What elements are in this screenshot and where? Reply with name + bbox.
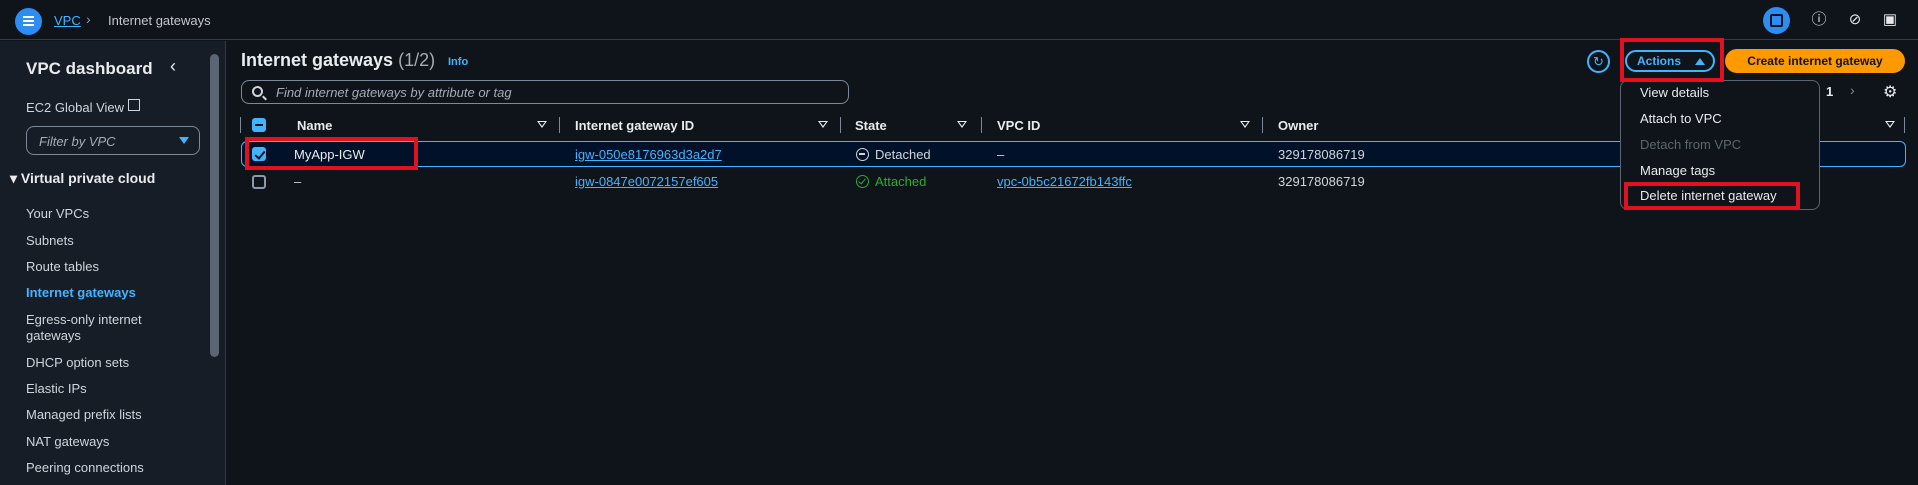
top-navigation-bar: VPC › Internet gateways ⓘ ⊘ ▣ bbox=[0, 0, 1918, 40]
cell-state: Attached bbox=[875, 174, 927, 189]
cell-igw-id-link[interactable]: igw-0847e0072157ef605 bbox=[575, 174, 718, 189]
sidebar-item-managed-prefix-lists[interactable]: Managed prefix lists bbox=[26, 407, 142, 422]
sidebar-item-elastic-ips[interactable]: Elastic IPs bbox=[26, 381, 87, 396]
filter-by-vpc-select[interactable]: Filter by VPC bbox=[26, 126, 200, 155]
cell-owner: 329178086719 bbox=[1278, 147, 1365, 162]
sort-icon[interactable] bbox=[957, 121, 967, 128]
sort-icon[interactable] bbox=[537, 121, 547, 128]
search-icon bbox=[252, 86, 263, 97]
menu-item-view-details[interactable]: View details bbox=[1640, 85, 1709, 100]
breadcrumb-current: Internet gateways bbox=[108, 13, 211, 28]
create-internet-gateway-button[interactable]: Create internet gateway bbox=[1725, 49, 1905, 73]
sidebar-item-your-vpcs[interactable]: Your VPCs bbox=[26, 206, 89, 221]
sidebar-item-egress-only-line2[interactable]: gateways bbox=[26, 328, 81, 343]
info-link[interactable]: Info bbox=[448, 56, 468, 68]
column-header-state[interactable]: State bbox=[855, 118, 887, 133]
chevron-right-icon[interactable]: › bbox=[1850, 82, 1855, 98]
breadcrumb-vpc-link[interactable]: VPC bbox=[54, 13, 81, 28]
page-title-text: Internet gateways bbox=[241, 50, 394, 70]
sort-icon[interactable] bbox=[818, 121, 828, 128]
page-number[interactable]: 1 bbox=[1826, 84, 1833, 99]
gear-icon[interactable]: ⚙ bbox=[1883, 82, 1897, 102]
sidebar-ec2-global-view[interactable]: EC2 Global View bbox=[26, 100, 124, 115]
column-divider[interactable] bbox=[981, 117, 982, 133]
column-divider[interactable] bbox=[1904, 117, 1905, 133]
highlight-box bbox=[1624, 182, 1800, 210]
sidebar-item-egress-only[interactable]: Egress-only internet bbox=[26, 312, 142, 327]
column-divider[interactable] bbox=[840, 117, 841, 133]
column-divider[interactable] bbox=[559, 117, 560, 133]
cell-vpc-id-link[interactable]: vpc-0b5c21672fb143ffc bbox=[997, 174, 1132, 189]
search-input[interactable]: Find internet gateways by attribute or t… bbox=[241, 80, 849, 104]
split-panel-icon[interactable] bbox=[1763, 7, 1790, 34]
sidebar-item-internet-gateways[interactable]: Internet gateways bbox=[26, 285, 136, 300]
sidebar-scrollbar-thumb[interactable] bbox=[210, 54, 219, 357]
menu-item-manage-tags[interactable]: Manage tags bbox=[1640, 163, 1715, 178]
cell-igw-id-link[interactable]: igw-050e8176963d3a2d7 bbox=[575, 147, 722, 162]
info-icon[interactable]: ⓘ bbox=[1809, 10, 1829, 30]
row-checkbox[interactable] bbox=[252, 175, 266, 189]
sidebar-item-subnets[interactable]: Subnets bbox=[26, 233, 74, 248]
sidebar-item-route-tables[interactable]: Route tables bbox=[26, 259, 99, 274]
select-all-checkbox[interactable] bbox=[252, 118, 266, 132]
sort-icon[interactable] bbox=[1240, 121, 1250, 128]
highlight-box bbox=[245, 137, 418, 170]
chevron-left-icon[interactable]: ‹ bbox=[170, 56, 176, 77]
attached-status-icon bbox=[856, 175, 869, 188]
sidebar-item-dhcp-option-sets[interactable]: DHCP option sets bbox=[26, 355, 129, 370]
caret-down-icon bbox=[179, 137, 189, 144]
cell-state: Detached bbox=[875, 147, 931, 162]
page-title: Internet gateways (1/2) bbox=[241, 50, 435, 71]
sidebar-section-label: Virtual private cloud bbox=[20, 170, 156, 186]
notifications-icon[interactable]: ⊘ bbox=[1845, 10, 1865, 30]
column-divider[interactable] bbox=[1262, 117, 1263, 133]
sidebar: VPC dashboard ‹ EC2 Global View Filter b… bbox=[0, 41, 226, 485]
sidebar-item-peering-connections[interactable]: Peering connections bbox=[26, 460, 144, 475]
cell-vpc-id: – bbox=[997, 147, 1005, 162]
column-header-name[interactable]: Name bbox=[297, 118, 332, 133]
cell-owner: 329178086719 bbox=[1278, 174, 1365, 189]
column-header-owner[interactable]: Owner bbox=[1278, 118, 1318, 133]
refresh-icon[interactable]: ↻ bbox=[1587, 50, 1610, 73]
column-header-igw-id[interactable]: Internet gateway ID bbox=[575, 118, 694, 133]
feedback-icon[interactable]: ▣ bbox=[1880, 10, 1900, 30]
column-header-vpc-id[interactable]: VPC ID bbox=[997, 118, 1040, 133]
filter-placeholder: Filter by VPC bbox=[39, 134, 116, 149]
chevron-right-icon: › bbox=[86, 11, 91, 27]
menu-item-detach-from-vpc: Detach from VPC bbox=[1640, 137, 1742, 152]
external-link-icon bbox=[128, 99, 140, 111]
sort-icon[interactable] bbox=[1885, 121, 1895, 128]
cell-name: – bbox=[294, 174, 302, 189]
search-placeholder: Find internet gateways by attribute or t… bbox=[276, 85, 512, 100]
sidebar-section-vpc[interactable]: ▾ Virtual private cloud bbox=[10, 170, 155, 187]
selection-count: (1/2) bbox=[398, 50, 436, 70]
sidebar-title[interactable]: VPC dashboard bbox=[26, 59, 153, 79]
menu-icon[interactable] bbox=[15, 8, 42, 35]
sidebar-item-nat-gateways[interactable]: NAT gateways bbox=[26, 434, 109, 449]
highlight-box bbox=[1620, 38, 1724, 82]
menu-item-attach-to-vpc[interactable]: Attach to VPC bbox=[1640, 111, 1722, 126]
detached-status-icon bbox=[856, 148, 869, 161]
